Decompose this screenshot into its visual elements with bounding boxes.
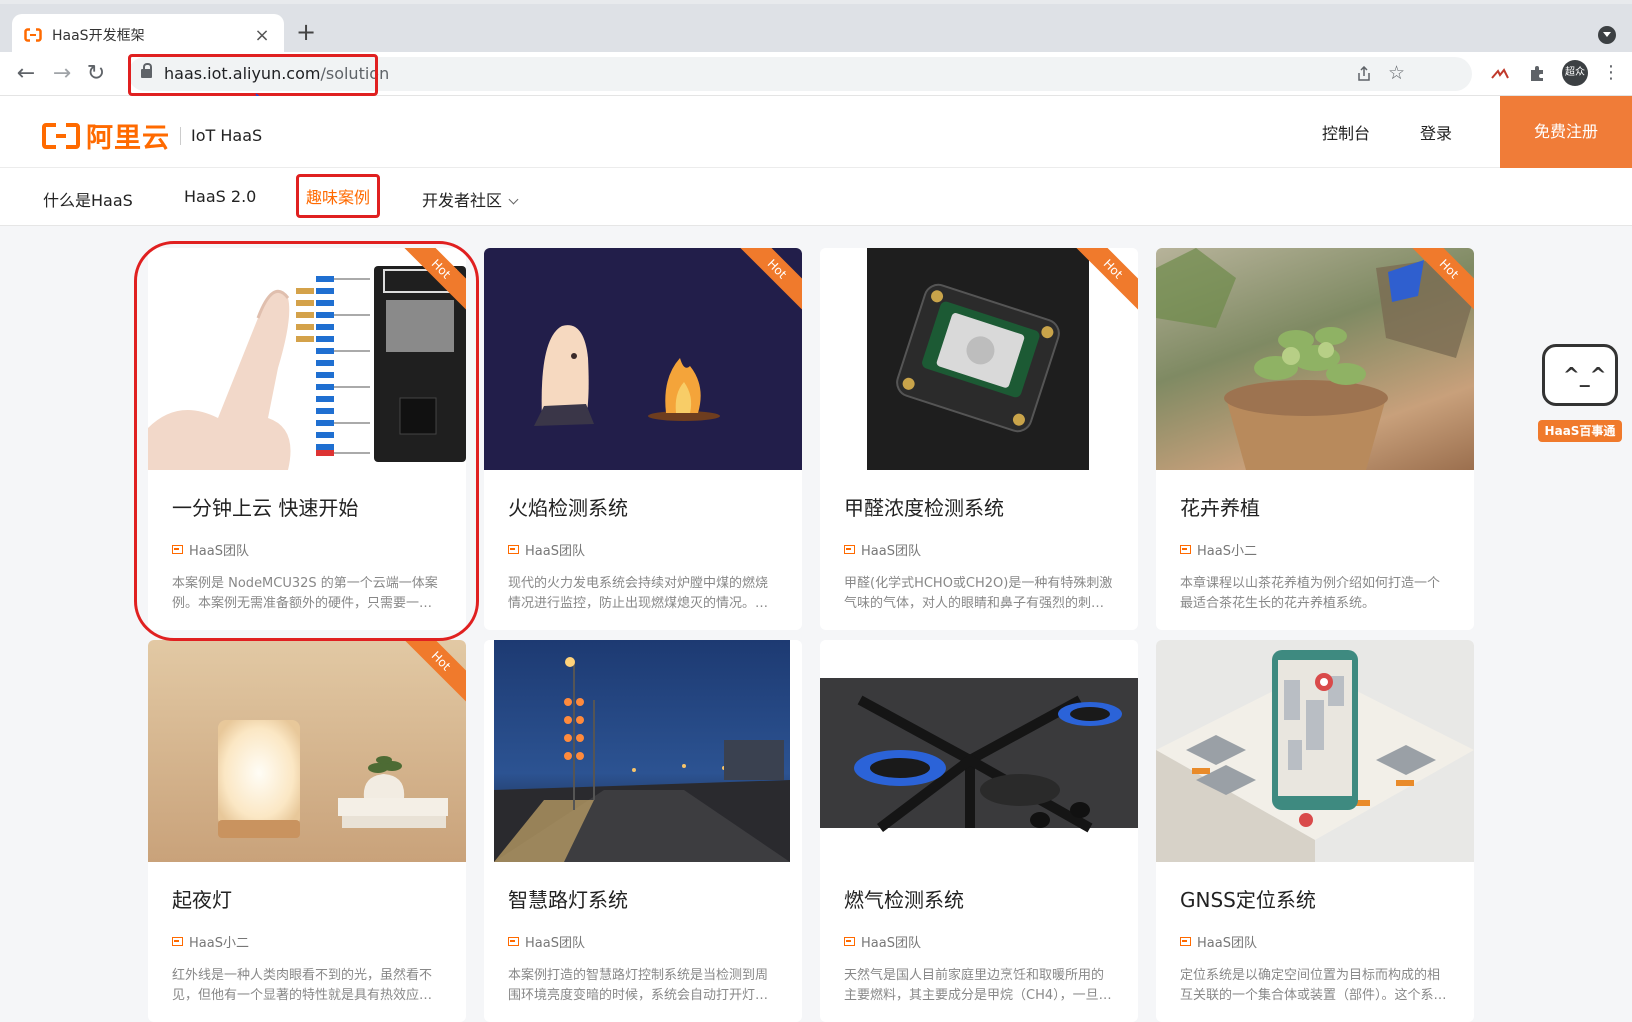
case-card[interactable]: Hot 起夜灯 HaaS小二 红外线是一种人类肉眼看不到的光，虽然看不见，但他有… (148, 640, 466, 1022)
subnav-item-dev-community[interactable]: 开发者社区 (422, 187, 519, 211)
case-card[interactable]: Hot 花卉养植 HaaS小二 本章课程以山茶花养植为例介绍如何打造一个最适合茶… (1156, 248, 1474, 630)
author-icon (508, 937, 519, 946)
smile-face-icon: ^_^ (1563, 363, 1607, 387)
logo-text: 阿里云 (86, 123, 170, 154)
card-thumbnail: Hot (148, 640, 466, 862)
card-thumbnail (484, 640, 802, 862)
gnss-map-image (1156, 650, 1474, 862)
card-description: 定位系统是以确定空间位置为目标而构成的相互关联的一个集合体或装置（部件）。这个系… (1180, 968, 1447, 1003)
logo-divider (180, 126, 181, 145)
chat-bubble-icon: ^_^ (1542, 344, 1618, 406)
card-thumbnail: Hot (820, 248, 1138, 470)
author-icon (172, 937, 183, 946)
chevron-down-icon (508, 194, 519, 205)
card-thumbnail: Hot (1156, 248, 1474, 470)
subnav-item-haas-2[interactable]: HaaS 2.0 (184, 187, 256, 206)
night-lamp-image (218, 720, 448, 838)
case-card[interactable]: Hot 甲醛浓度检测系统 HaaS团队 甲醛(化学式HCHO或CH2O)是一种有… (820, 248, 1138, 630)
card-description: 天然气是国人目前家庭里边烹饪和取暖所用的主要燃料，其主要成分是甲烷（CH4），一… (844, 968, 1112, 1003)
card-title[interactable]: 智慧路灯系统 (508, 884, 628, 913)
gas-stove-image (820, 678, 1138, 833)
card-author: HaaS团队 (508, 932, 585, 951)
case-card[interactable]: GNSS定位系统 HaaS团队 定位系统是以确定空间位置为目标而构成的相互关联的… (1156, 640, 1474, 1022)
aliyun-logo[interactable]: 阿里云 IoT HaaS (42, 116, 262, 155)
card-title[interactable]: 花卉养植 (1180, 492, 1260, 521)
login-link[interactable]: 登录 (1420, 120, 1452, 144)
street-lights-image (494, 640, 790, 862)
card-title[interactable]: 起夜灯 (172, 884, 232, 913)
card-description: 本章课程以山茶花养植为例介绍如何打造一个最适合茶花生长的花卉养植系统。 (1180, 576, 1441, 611)
author-icon (844, 545, 855, 554)
card-thumbnail: Hot (484, 248, 802, 470)
aliyun-logo-icon (42, 120, 80, 151)
annotation-card-highlight (134, 241, 479, 641)
hcho-sensor-image (867, 248, 1089, 470)
case-card[interactable]: 燃气检测系统 HaaS团队 天然气是国人目前家庭里边烹饪和取暖所用的主要燃料，其… (820, 640, 1138, 1022)
card-author: HaaS团队 (508, 540, 585, 559)
card-description: 现代的火力发电系统会持续对炉膛中煤的燃烧情况进行监控，防止出现燃煤熄灭的情况。而… (508, 576, 769, 611)
console-link[interactable]: 控制台 (1322, 120, 1370, 144)
card-author: HaaS小二 (1180, 540, 1257, 559)
succulent-plants-image (1156, 248, 1474, 470)
haas-assistant-widget[interactable]: ^_^ HaaS百事通 (1538, 344, 1622, 444)
card-description: 红外线是一种人类肉眼看不到的光，虽然看不见，但他有一个显著的特性就是具有热效应，… (172, 968, 433, 1003)
subnav-item-what-is-haas[interactable]: 什么是HaaS (43, 187, 133, 211)
case-card[interactable]: Hot 火焰检测系统 HaaS团队 现代的火力发电系统会持续对炉膛中煤的燃烧情况… (484, 248, 802, 630)
signup-button[interactable]: 免费注册 (1500, 96, 1632, 168)
flame-illustration-image (534, 325, 720, 426)
card-author: HaaS团队 (1180, 932, 1257, 951)
card-thumbnail (1156, 640, 1474, 862)
subnav: 什么是HaaS HaaS 2.0 趣味案例 开发者社区 (0, 168, 1632, 226)
assistant-label: HaaS百事通 (1538, 420, 1622, 442)
case-card[interactable]: 智慧路灯系统 HaaS团队 本案例打造的智慧路灯控制系统是当检测到周围环境亮度变… (484, 640, 802, 1022)
author-icon (1180, 937, 1191, 946)
card-title[interactable]: GNSS定位系统 (1180, 884, 1316, 913)
author-icon (1180, 545, 1191, 554)
card-author: HaaS小二 (172, 932, 249, 951)
card-title[interactable]: 甲醛浓度检测系统 (844, 492, 1004, 521)
card-description: 本案例打造的智慧路灯控制系统是当检测到周围环境亮度变暗的时候，系统会自动打开灯，… (508, 968, 769, 1003)
card-title[interactable]: 燃气检测系统 (844, 884, 964, 913)
author-icon (844, 937, 855, 946)
card-author: HaaS团队 (844, 540, 921, 559)
annotation-tab-highlight (296, 174, 380, 218)
author-icon (508, 545, 519, 554)
logo-subtitle: IoT HaaS (191, 126, 263, 145)
site-header: 阿里云 IoT HaaS 控制台 登录 免费注册 (0, 96, 1632, 168)
card-author: HaaS团队 (844, 932, 921, 951)
card-title[interactable]: 火焰检测系统 (508, 492, 628, 521)
card-description: 甲醛(化学式HCHO或CH2O)是一种有特殊刺激气味的气体，对人的眼睛和鼻子有强… (844, 576, 1113, 611)
card-thumbnail (820, 640, 1138, 862)
